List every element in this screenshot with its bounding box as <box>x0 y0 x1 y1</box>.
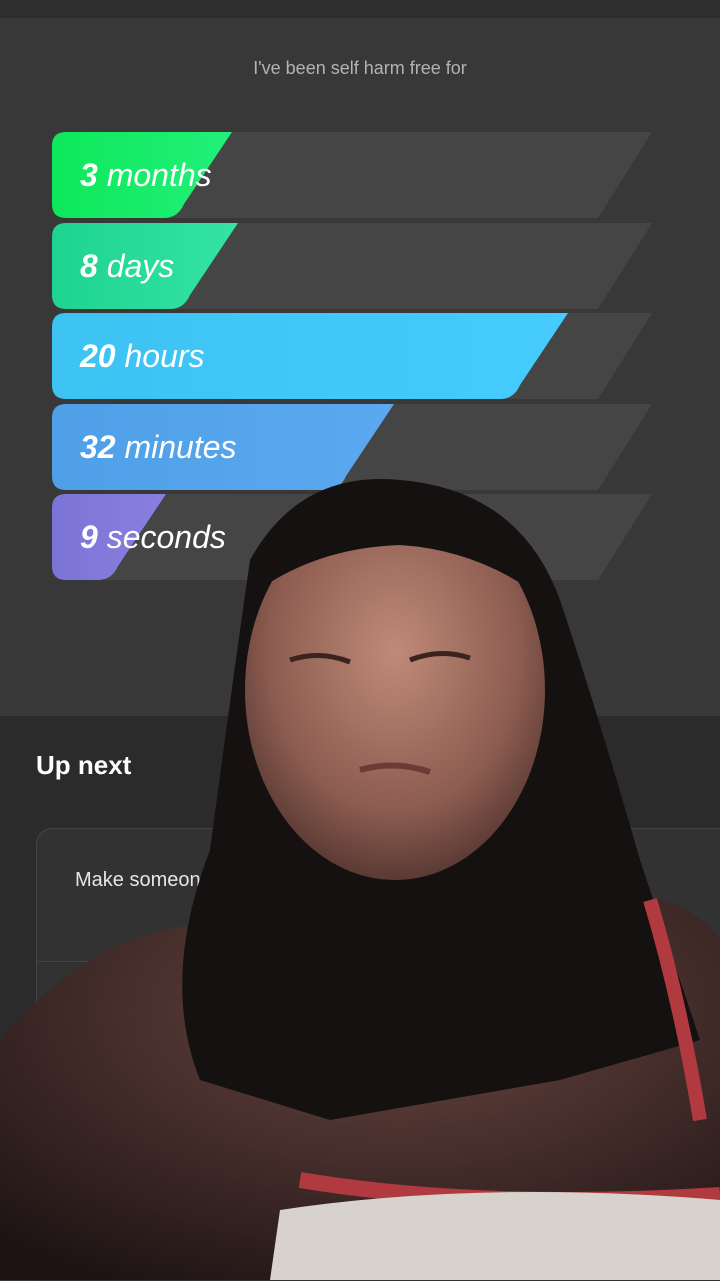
camera-overlay-person <box>0 479 720 1280</box>
